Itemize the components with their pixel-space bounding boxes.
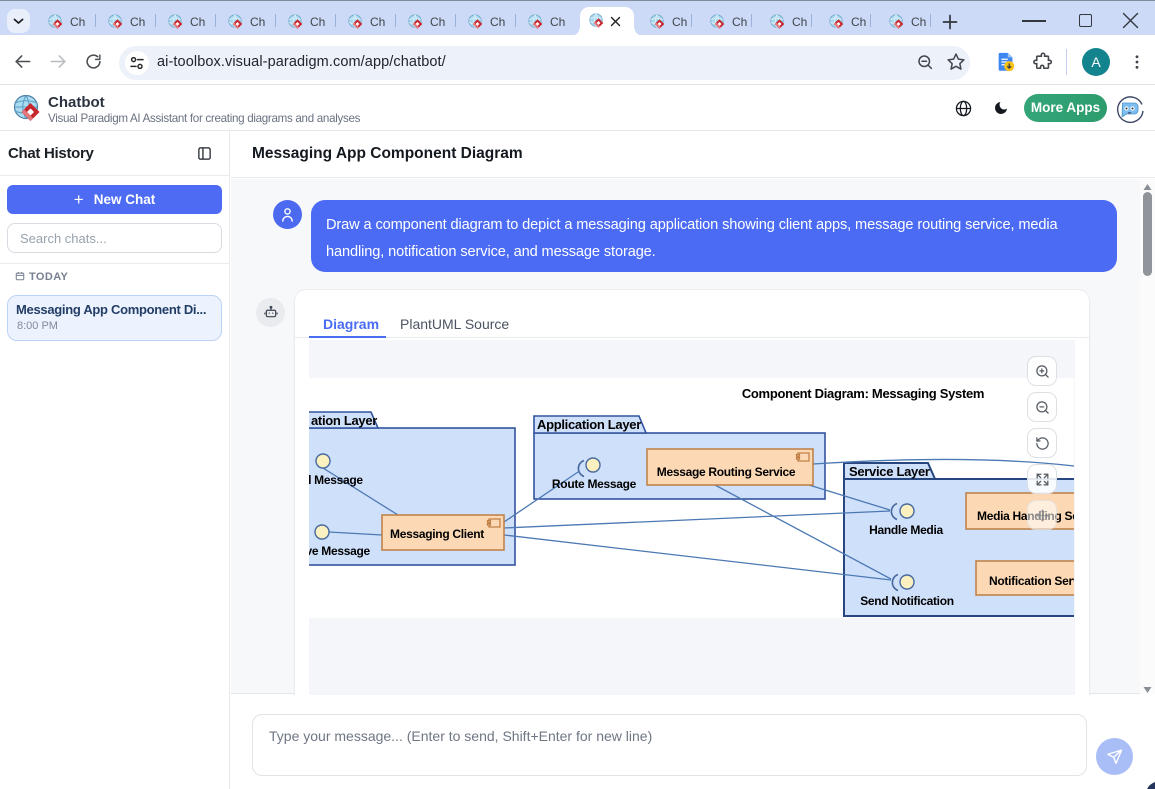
svg-text:Component Diagram: Messaging S: Component Diagram: Messaging System — [742, 386, 984, 401]
svg-text:ation Layer: ation Layer — [311, 413, 377, 428]
svg-text:Notification Service: Notification Service — [989, 574, 1074, 588]
svg-text:Route Message: Route Message — [552, 477, 637, 491]
svg-text:Service Layer: Service Layer — [849, 464, 930, 479]
svg-text:Send Message: Send Message — [309, 473, 363, 487]
svg-text:Send Notification: Send Notification — [860, 594, 954, 608]
svg-text:Receive Message: Receive Message — [309, 544, 371, 558]
svg-text:Messaging Client: Messaging Client — [390, 527, 484, 541]
svg-text:Application Layer: Application Layer — [537, 417, 641, 432]
svg-text:Message Routing Service: Message Routing Service — [657, 465, 796, 479]
svg-text:Media Handling Service: Media Handling Service — [977, 509, 1074, 523]
svg-text:Handle Media: Handle Media — [869, 523, 943, 537]
